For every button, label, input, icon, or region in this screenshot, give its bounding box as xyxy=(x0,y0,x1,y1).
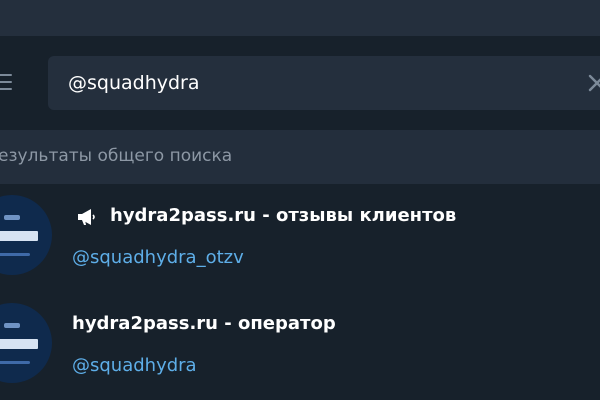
telegram-window: езультаты общего поиска hydra2pass.ru - … xyxy=(0,0,600,400)
title-bar xyxy=(0,0,600,36)
result-username: @squadhydra xyxy=(72,355,197,376)
clear-search-icon[interactable] xyxy=(586,72,600,94)
result-title: hydra2pass.ru - оператор xyxy=(72,313,336,334)
global-search-section-header: езультаты общего поиска xyxy=(0,130,600,184)
hamburger-menu-icon[interactable] xyxy=(0,72,18,92)
channel-avatar xyxy=(0,195,52,275)
search-input[interactable] xyxy=(68,56,568,110)
search-result-item[interactable]: hydra2pass.ru - оператор @squadhydra xyxy=(0,293,600,400)
result-username: @squadhydra_otzv xyxy=(72,247,244,268)
user-avatar xyxy=(0,303,52,383)
result-title: hydra2pass.ru - отзывы клиентов xyxy=(110,205,457,226)
megaphone-icon xyxy=(78,209,95,225)
search-result-item[interactable]: hydra2pass.ru - отзывы клиентов @squadhy… xyxy=(0,185,600,293)
section-title: езультаты общего поиска xyxy=(0,146,233,166)
search-box xyxy=(48,56,600,110)
